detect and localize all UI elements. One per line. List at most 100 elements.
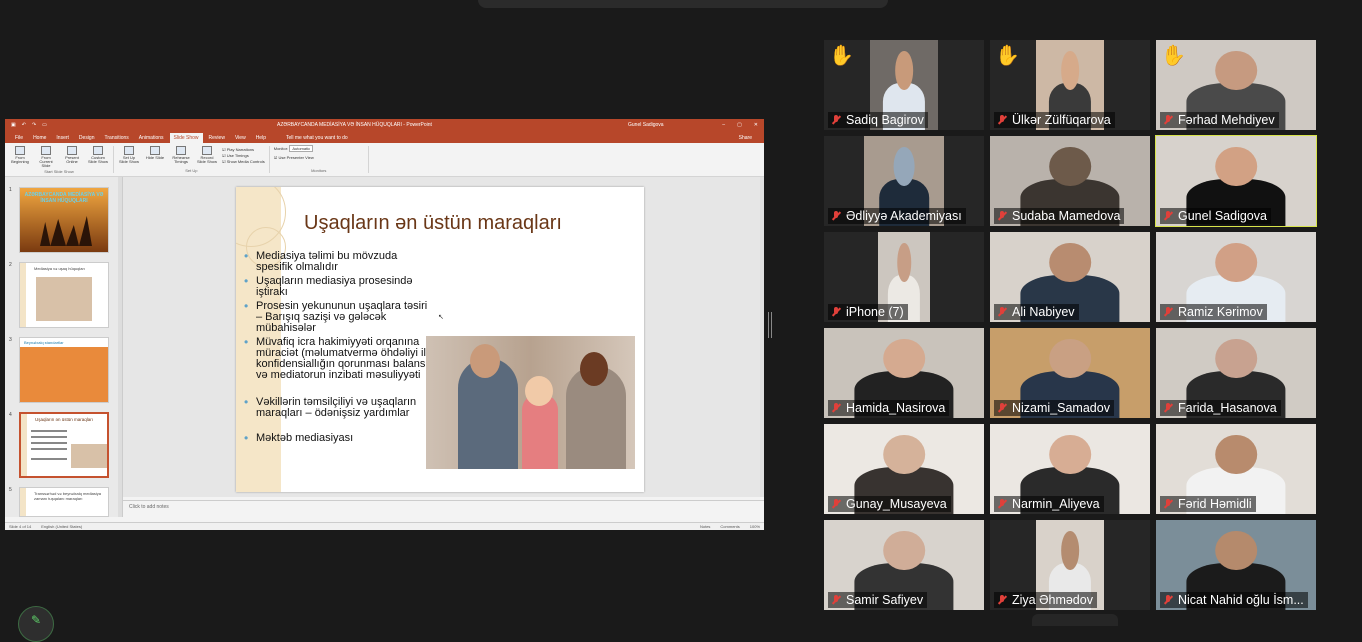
tab-design[interactable]: Design <box>75 133 99 143</box>
slide-thumbnail-4[interactable]: Uşaqların ən üstün maraqları <box>19 412 109 478</box>
top-toolbar-handle[interactable] <box>478 0 888 8</box>
maximize-icon[interactable]: ▢ <box>737 122 742 128</box>
play-icon <box>15 146 25 155</box>
slide-thumbnails-pane: 1 AZƏRBAYCANDA MEDİASİYA VƏ İNSAN HÜQUQL… <box>5 177 123 517</box>
tab-insert[interactable]: Insert <box>52 133 73 143</box>
zoom-level[interactable]: 100% <box>750 524 760 529</box>
person-head <box>1215 434 1257 475</box>
tab-animations[interactable]: Animations <box>135 133 168 143</box>
minimize-icon[interactable]: – <box>722 122 725 128</box>
monitor-label: Monitor: <box>273 146 289 151</box>
tab-slide-show[interactable]: Slide Show <box>169 133 203 143</box>
slide-thumbnail-5[interactable]: Transsərhəd və beynəlxalq mediasiya zama… <box>19 487 109 517</box>
participant-tile[interactable]: ✋ Fərhad Mehdiyev <box>1156 40 1316 130</box>
participant-tile[interactable]: Nicat Nahid oğlu İsm... <box>1156 520 1316 610</box>
participant-tile[interactable]: ✋ Sadiq Bagirov <box>824 40 984 130</box>
tab-review[interactable]: Review <box>205 133 229 143</box>
muted-mic-icon <box>996 594 1008 606</box>
save-icon[interactable]: ▣ <box>11 122 16 128</box>
tab-home[interactable]: Home <box>29 133 50 143</box>
participant-name: Nicat Nahid oğlu İsm... <box>1178 593 1304 607</box>
notes-button[interactable]: Notes <box>700 524 710 529</box>
play-narrations-checkbox[interactable]: Play Narrations <box>222 147 265 152</box>
participant-tile[interactable]: Narmin_Aliyeva <box>990 424 1150 514</box>
participant-tile[interactable]: Ziya Əhmədov <box>990 520 1150 610</box>
participant-tile[interactable]: Ramiz Kərimov <box>1156 232 1316 322</box>
tab-file[interactable]: File <box>11 133 27 143</box>
muted-mic-icon <box>830 402 842 414</box>
participant-name: Ramiz Kərimov <box>1178 305 1263 319</box>
split-view-handle[interactable] <box>768 312 772 338</box>
slide-title: Uşaqların ən üstün maraqları <box>304 212 562 234</box>
participant-name-label: Nicat Nahid oğlu İsm... <box>1160 592 1308 608</box>
comments-button[interactable]: Comments <box>720 524 739 529</box>
user-name[interactable]: Gunel Sadigova <box>628 122 688 128</box>
share-button[interactable]: Share <box>735 133 756 143</box>
tab-view[interactable]: View <box>231 133 250 143</box>
participant-name: Hamida_Nasirova <box>846 401 946 415</box>
participant-name-label: Ədliyyə Akademiyası <box>828 208 966 224</box>
redo-icon[interactable]: ↷ <box>32 122 36 128</box>
person-head <box>897 242 911 283</box>
tell-me-box[interactable]: Tell me what you want to do <box>282 133 352 143</box>
hide-slide-button[interactable]: Hide Slide <box>144 146 166 168</box>
bottom-toolbar-handle[interactable] <box>1032 614 1118 626</box>
show-media-controls-checkbox[interactable]: Show Media Controls <box>222 159 265 164</box>
bullet-item: Məktəb mediasiyası <box>244 433 434 445</box>
participant-tile[interactable]: Farida_Hasanova <box>1156 328 1316 418</box>
participant-name-label: Nizami_Samadov <box>994 400 1114 416</box>
monitor-select[interactable]: Automatic <box>289 145 314 152</box>
participant-name-label: Gunel Sadigova <box>1160 208 1271 224</box>
person-head <box>883 434 925 475</box>
custom-show-button[interactable]: Custom Slide Show <box>87 146 109 169</box>
close-icon[interactable]: ✕ <box>754 122 758 128</box>
participant-name: Fərid Həmidli <box>1178 497 1252 511</box>
participant-name: Sudaba Mamedova <box>1012 209 1121 223</box>
participant-tile[interactable]: Samir Safiyev <box>824 520 984 610</box>
notes-pane[interactable]: Click to add notes <box>123 500 764 514</box>
rehearse-button[interactable]: Rehearse Timings <box>170 146 192 168</box>
participant-name-label: Ülkər Zülfüqarova <box>994 112 1115 128</box>
tab-transitions[interactable]: Transitions <box>101 133 133 143</box>
participant-tile[interactable]: Gunel Sadigova <box>1155 135 1317 227</box>
use-timings-checkbox[interactable]: Use Timings <box>222 153 265 158</box>
presenter-view-checkbox[interactable]: Use Presenter View <box>274 155 364 160</box>
slide-thumbnail-1[interactable]: AZƏRBAYCANDA MEDİASİYA VƏ İNSAN HÜQUQLAR… <box>19 187 109 253</box>
participant-tile[interactable]: Ədliyyə Akademiyası <box>824 136 984 226</box>
language-indicator[interactable]: English (United States) <box>41 524 82 529</box>
current-slide[interactable]: Uşaqların ən üstün maraqları Mediasiya t… <box>236 187 644 492</box>
present-online-button[interactable]: Present Online <box>61 146 83 169</box>
person-head <box>893 146 915 187</box>
participant-tile[interactable]: Hamida_Nasirova <box>824 328 984 418</box>
participant-tile[interactable]: iPhone (7) <box>824 232 984 322</box>
participant-name-label: iPhone (7) <box>828 304 908 320</box>
participant-tile[interactable]: Ali Nabiyev <box>990 232 1150 322</box>
participant-tile[interactable]: Nizami_Samadov <box>990 328 1150 418</box>
from-current-button[interactable]: From Current Slide <box>35 146 57 169</box>
slides-icon <box>93 146 103 155</box>
participant-name: Ədliyyə Akademiyası <box>846 209 962 223</box>
setup-show-button[interactable]: Set Up Slide Show <box>118 146 140 168</box>
record-button[interactable]: Record Slide Show <box>196 146 218 168</box>
slide-canvas: Uşaqların ən üstün maraqları Mediasiya t… <box>123 177 764 497</box>
undo-icon[interactable]: ↶ <box>22 122 26 128</box>
participant-tile[interactable]: Sudaba Mamedova <box>990 136 1150 226</box>
participant-tile[interactable]: Fərid Həmidli <box>1156 424 1316 514</box>
from-beginning-button[interactable]: From Beginning <box>9 146 31 169</box>
tab-help[interactable]: Help <box>252 133 270 143</box>
participant-name: Ziya Əhmədov <box>1012 593 1093 607</box>
canvas-scrollbar[interactable] <box>760 177 764 497</box>
slideshow-icon[interactable]: ▭ <box>42 122 47 128</box>
participant-tile[interactable]: ✋ Ülkər Zülfüqarova <box>990 40 1150 130</box>
participant-name-label: Farida_Hasanova <box>1160 400 1281 416</box>
thumbnails-scrollbar[interactable] <box>118 177 122 517</box>
raised-hand-icon: ✋ <box>995 45 1020 67</box>
slide-thumbnail-2[interactable]: Mediasiya və uşaq hüquqları <box>19 262 109 328</box>
participant-name-label: Sadiq Bagirov <box>828 112 928 128</box>
participant-name-label: Ali Nabiyev <box>994 304 1079 320</box>
pencil-icon[interactable]: ✎ <box>18 606 54 642</box>
participant-tile[interactable]: Gunay_Musayeva <box>824 424 984 514</box>
slide-thumbnail-3[interactable]: Beynəlxalq standartlar <box>19 337 109 403</box>
muted-mic-icon <box>1162 210 1174 222</box>
participant-name: Nizami_Samadov <box>1012 401 1110 415</box>
